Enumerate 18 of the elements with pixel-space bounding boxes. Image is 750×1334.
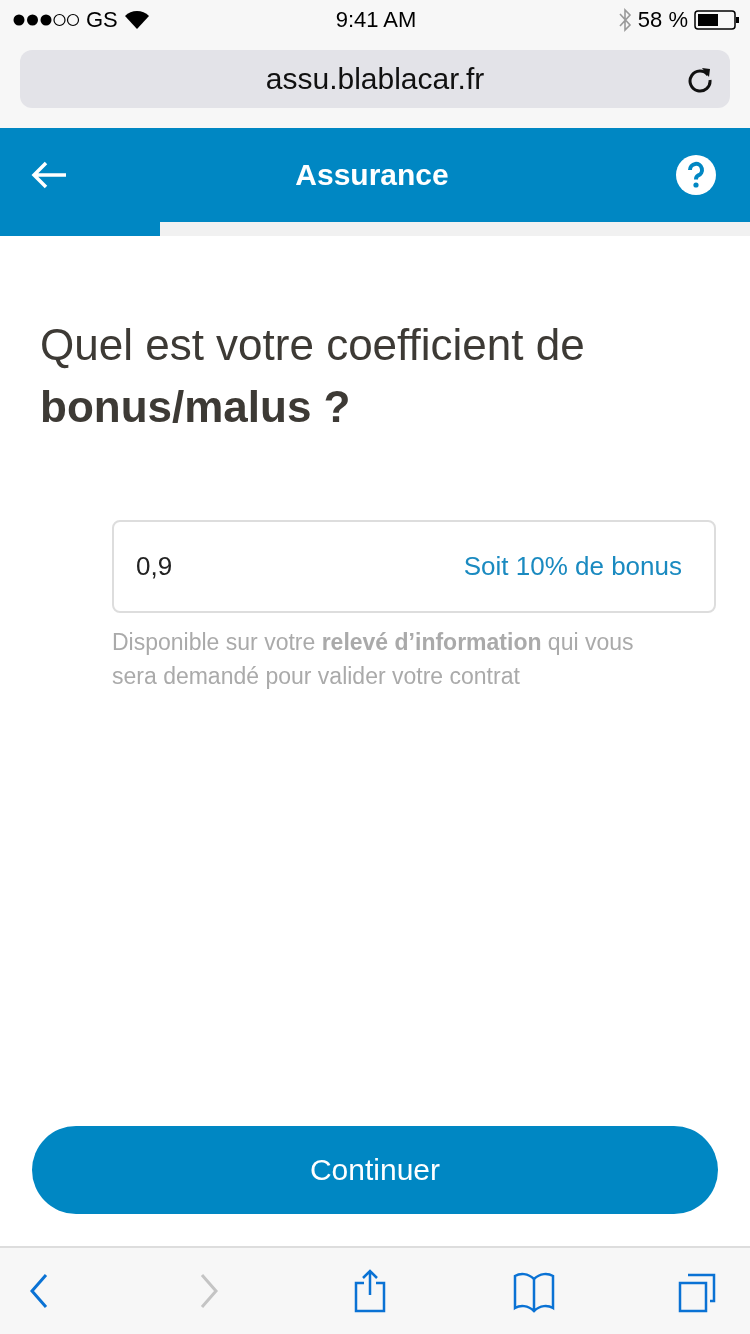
page-title: Assurance (294, 158, 450, 192)
carrier: GS (86, 7, 118, 33)
bonus-hint: Soit 10% de bonus (463, 551, 682, 582)
continue-button[interactable]: Continuer (32, 1126, 718, 1214)
help-icon[interactable] (676, 155, 716, 195)
reload-icon[interactable] (686, 65, 714, 93)
battery-icon (694, 10, 740, 30)
battery-percentage: 58 % (637, 7, 688, 33)
signal-icon (12, 13, 80, 27)
clock-time: 9:41 AM (335, 7, 417, 33)
bluetooth-icon (617, 8, 632, 32)
question-heading: Quel est votre coefficient de bonus/malus ? (40, 319, 586, 433)
coefficient-field[interactable]: 0,9 Soit 10% de bonus (112, 520, 716, 613)
back-arrow-icon[interactable] (30, 160, 68, 190)
address-bar[interactable]: assu.blablacar.fr (20, 50, 730, 108)
field-value: 0,9 (136, 551, 173, 582)
wifi-icon (123, 10, 150, 30)
help-text: Disponible sur votre relevé d’information qui vous sera demandé pour valider votre contrat (112, 628, 635, 691)
